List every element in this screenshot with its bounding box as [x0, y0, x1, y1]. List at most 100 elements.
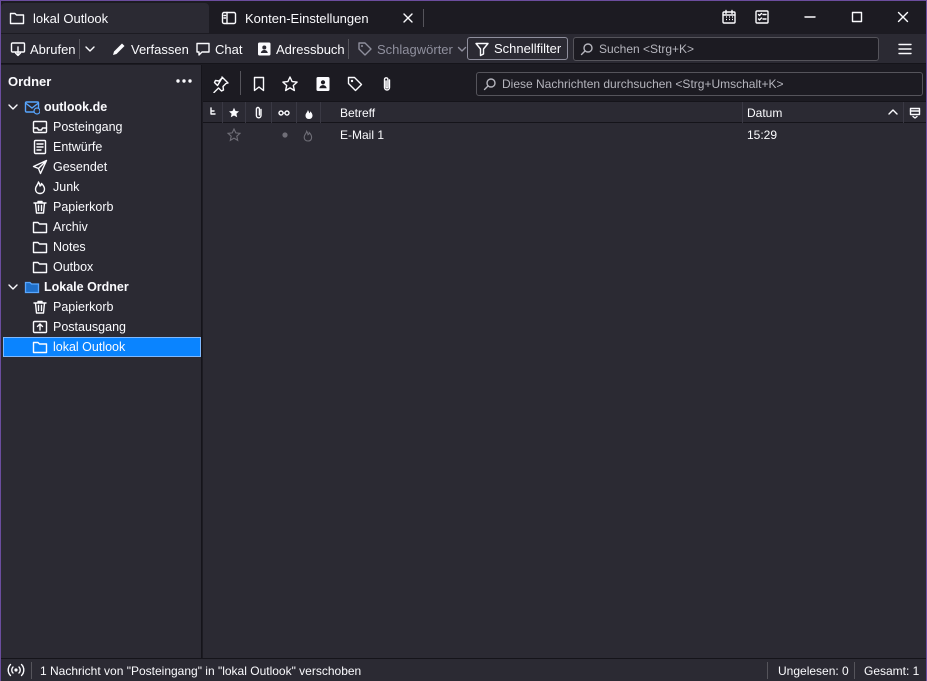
subject-column[interactable]: Betreff: [336, 102, 743, 123]
calendar-icon: [721, 9, 737, 25]
status-bar: 1 Nachricht von "Posteingang" in "lokal …: [1, 658, 926, 681]
folder-trash[interactable]: Papierkorb: [3, 197, 201, 217]
address-book-icon: [256, 41, 272, 57]
get-messages-dropdown[interactable]: [83, 38, 97, 60]
attachment-filter-icon[interactable]: [378, 75, 396, 93]
address-book-label: Adressbuch: [276, 41, 345, 57]
folder-outbox[interactable]: Outbox: [3, 257, 201, 277]
message-date: 15:29: [747, 128, 778, 142]
more-options-icon[interactable]: [175, 74, 193, 88]
maximize-button[interactable]: [834, 1, 880, 33]
compose-label: Verfassen: [131, 41, 189, 57]
inbox-icon: [32, 119, 48, 135]
chevron-down-icon[interactable]: [7, 279, 19, 295]
folder-account-outlook[interactable]: outlook.de: [3, 97, 201, 117]
hamburger-menu-icon: [897, 41, 913, 57]
folder-sent[interactable]: Gesendet: [3, 157, 201, 177]
trash-icon: [32, 299, 48, 315]
chat-label: Chat: [215, 41, 243, 57]
star-toggle-icon[interactable]: [227, 124, 241, 146]
contact-filter-icon[interactable]: [314, 75, 332, 93]
status-separator: [767, 662, 768, 679]
folder-label: Outbox: [53, 260, 94, 274]
folder-label: Junk: [53, 180, 80, 194]
date-column[interactable]: Datum: [743, 102, 904, 123]
outbox-icon: [32, 319, 48, 335]
total-count: Gesamt: 1: [864, 664, 920, 678]
folder-icon: [32, 239, 48, 255]
folder-label: Posteingang: [53, 120, 123, 134]
folder-label: Archiv: [53, 220, 88, 234]
tab-lokal-outlook[interactable]: lokal Outlook: [1, 3, 209, 33]
folder-label: Notes: [53, 240, 86, 254]
status-separator: [31, 662, 32, 679]
folder-local-outbox[interactable]: Postausgang: [3, 317, 201, 337]
tag-filter-icon[interactable]: [346, 75, 364, 93]
chevron-up-icon: [887, 106, 899, 118]
download-icon: [10, 41, 26, 57]
star-column[interactable]: [223, 102, 246, 123]
junk-toggle-icon[interactable]: [301, 124, 315, 146]
chevron-down-icon: [83, 42, 97, 56]
global-search-input[interactable]: Suchen <Strg+K>: [573, 37, 879, 61]
main-toolbar: Abrufen Verfassen Chat Adressbuch Schlag…: [1, 34, 926, 64]
folder-label: Lokale Ordner: [44, 280, 129, 294]
minimize-icon: [804, 11, 816, 23]
folder-label: Postausgang: [53, 320, 126, 334]
folder-inbox[interactable]: Posteingang: [3, 117, 201, 137]
column-picker-icon: [909, 107, 921, 119]
junk-icon: [303, 106, 315, 120]
folder-label: Papierkorb: [53, 200, 114, 214]
read-status-column[interactable]: [272, 102, 297, 123]
unread-filter-icon[interactable]: [250, 75, 268, 93]
tasks-button[interactable]: [739, 1, 785, 33]
folder-label: Entwürfe: [53, 140, 103, 154]
table-row[interactable]: E-Mail 1 15:29: [203, 124, 926, 146]
get-messages-button[interactable]: Abrufen: [10, 38, 76, 60]
folder-icon: [32, 339, 48, 355]
junk-status-column[interactable]: [297, 102, 321, 123]
read-status-dot-icon[interactable]: [281, 124, 289, 146]
message-subject: E-Mail 1: [340, 128, 385, 142]
folder-account-local[interactable]: Lokale Ordner: [3, 277, 201, 297]
close-tab-icon[interactable]: [401, 11, 415, 25]
folder-label: Papierkorb: [53, 300, 114, 314]
toolbar-separator: [79, 39, 80, 59]
folder-archive[interactable]: Archiv: [3, 217, 201, 237]
message-search-input[interactable]: Diese Nachrichten durchsuchen <Strg+Umsc…: [476, 72, 923, 96]
folder-icon: [32, 259, 48, 275]
folder-label: Gesendet: [53, 160, 108, 174]
global-search-placeholder: Suchen <Strg+K>: [599, 42, 695, 56]
app-menu-button[interactable]: [897, 38, 913, 60]
trash-icon: [32, 199, 48, 215]
folder-pane: Ordner outlook.de Posteingang Entwürfe G…: [1, 65, 202, 658]
chat-button[interactable]: Chat: [195, 38, 242, 60]
online-status-icon[interactable]: [7, 663, 25, 677]
tab-label: Konten-Einstellungen: [245, 10, 369, 26]
folder-junk[interactable]: Junk: [3, 177, 201, 197]
star-filter-icon[interactable]: [281, 75, 299, 93]
tab-label: lokal Outlook: [33, 10, 109, 26]
folder-local-trash[interactable]: Papierkorb: [3, 297, 201, 317]
close-window-button[interactable]: [880, 1, 926, 33]
thread-column[interactable]: [203, 102, 223, 123]
folder-icon: [32, 219, 48, 235]
tab-account-settings[interactable]: Konten-Einstellungen: [213, 3, 423, 33]
folder-pane-title: Ordner: [8, 73, 52, 89]
quick-filter-button[interactable]: Schnellfilter: [467, 37, 569, 60]
folder-notes[interactable]: Notes: [3, 237, 201, 257]
compose-button[interactable]: Verfassen: [111, 38, 189, 60]
folder-icon: [9, 10, 25, 26]
attachment-column[interactable]: [246, 102, 272, 123]
address-book-button[interactable]: Adressbuch: [256, 38, 345, 60]
subject-column-label: Betreff: [340, 105, 376, 120]
search-icon: [483, 77, 497, 91]
sticky-pin-icon[interactable]: [212, 75, 230, 93]
minimize-button[interactable]: [787, 1, 833, 33]
column-header: Betreff Datum: [203, 102, 926, 123]
chevron-down-icon[interactable]: [7, 99, 19, 115]
folder-drafts[interactable]: Entwürfe: [3, 137, 201, 157]
column-picker[interactable]: [904, 102, 926, 123]
tags-button[interactable]: Schlagwörter: [357, 38, 468, 60]
folder-lokal-outlook[interactable]: lokal Outlook: [3, 337, 201, 357]
